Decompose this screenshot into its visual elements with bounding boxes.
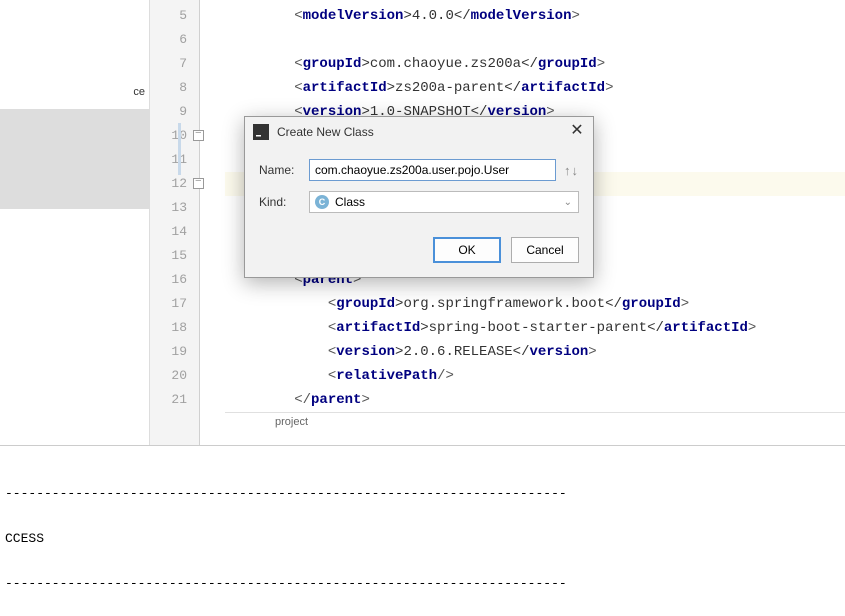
- editor-gutter: 5 6 7 8 9 10 11 12 13 14 15 16 17 18 19 …: [150, 0, 200, 445]
- line-number: 16: [150, 268, 199, 292]
- code-line: <version>2.0.6.RELEASE</version>: [225, 340, 845, 364]
- code-line: <artifactId>spring-boot-starter-parent</…: [225, 316, 845, 340]
- line-number: 10: [150, 124, 199, 148]
- line-number: 9: [150, 100, 199, 124]
- code-line: <modelVersion>4.0.0</modelVersion>: [225, 4, 845, 28]
- code-line: <artifactId>zs200a-parent</artifactId>: [225, 76, 845, 100]
- ok-button[interactable]: OK: [433, 237, 501, 263]
- line-number: 8: [150, 76, 199, 100]
- class-name-input[interactable]: [309, 159, 556, 181]
- class-kind-icon: C: [315, 195, 329, 209]
- name-label: Name:: [259, 163, 301, 177]
- line-number: 11: [150, 148, 199, 172]
- line-number: 20: [150, 364, 199, 388]
- line-number: 7: [150, 52, 199, 76]
- line-number: 13: [150, 196, 199, 220]
- line-number: 6: [150, 28, 199, 52]
- line-number: 19: [150, 340, 199, 364]
- code-line: </parent>: [225, 388, 845, 412]
- code-line: <groupId>org.springframework.boot</group…: [225, 292, 845, 316]
- cancel-button[interactable]: Cancel: [511, 237, 579, 263]
- line-number: 5: [150, 4, 199, 28]
- panel-divider: [0, 109, 149, 209]
- dialog-titlebar[interactable]: Create New Class ✕: [245, 117, 593, 147]
- line-number: 18: [150, 316, 199, 340]
- history-arrows-icon[interactable]: ↑↓: [564, 163, 579, 178]
- fold-icon[interactable]: [193, 178, 204, 189]
- create-class-dialog: Create New Class ✕ Name: ↑↓ Kind: C Clas…: [244, 116, 594, 278]
- line-number: 21: [150, 388, 199, 412]
- intellij-icon: [253, 124, 269, 140]
- code-line: <relativePath/>: [225, 364, 845, 388]
- console-panel[interactable]: ----------------------------------------…: [0, 445, 845, 616]
- caret-gutter: [200, 0, 225, 445]
- project-side-panel[interactable]: ce: [0, 0, 150, 445]
- kind-value: Class: [335, 195, 365, 209]
- project-item[interactable]: ce: [0, 85, 149, 99]
- change-marker: [178, 123, 181, 175]
- fold-icon[interactable]: [193, 130, 204, 141]
- line-number: 17: [150, 292, 199, 316]
- code-line: <groupId>com.chaoyue.zs200a</groupId>: [225, 52, 845, 76]
- console-line: ----------------------------------------…: [5, 576, 840, 591]
- line-number: 15: [150, 244, 199, 268]
- console-line: ----------------------------------------…: [5, 486, 840, 501]
- chevron-down-icon: ⌄: [564, 197, 572, 208]
- close-icon[interactable]: ✕: [569, 124, 585, 140]
- line-number: 12: [150, 172, 199, 196]
- kind-select[interactable]: C Class ⌄: [309, 191, 579, 213]
- line-number: 14: [150, 220, 199, 244]
- console-line: CCESS: [5, 531, 840, 546]
- breadcrumb[interactable]: project: [225, 412, 845, 431]
- dialog-title: Create New Class: [277, 125, 561, 139]
- kind-label: Kind:: [259, 195, 301, 209]
- code-line: [225, 28, 845, 52]
